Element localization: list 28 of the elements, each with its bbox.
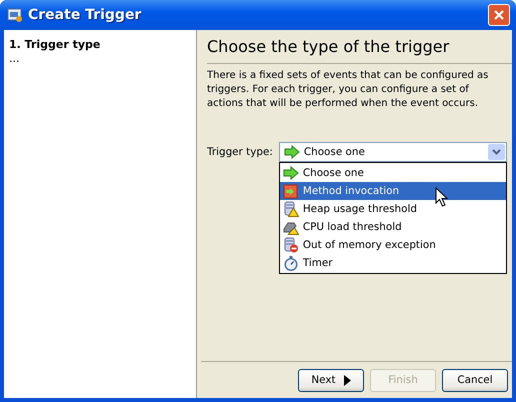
- trigger-type-dropdown[interactable]: Choose one: [278, 142, 507, 162]
- dropdown-option[interactable]: CPU load threshold: [280, 218, 506, 236]
- description-text: There is a fixed sets of events that can be configured as triggers. For each trigger, you can configure a set of actions that will be performed when the event occurs.: [207, 69, 490, 111]
- dropdown-option[interactable]: Method invocation: [280, 182, 506, 200]
- step-label: ...: [9, 52, 20, 66]
- mouse-cursor-icon: [434, 187, 448, 207]
- close-icon: [493, 9, 505, 21]
- dialog-button[interactable]: Cancel: [442, 368, 508, 392]
- method-icon: [282, 183, 299, 199]
- arrow-icon: [284, 145, 300, 159]
- dropdown-option[interactable]: Timer: [280, 254, 506, 272]
- next-arrow-icon: [344, 374, 351, 386]
- field-label: Trigger type:: [207, 146, 273, 158]
- database-stop-icon: [282, 237, 299, 253]
- dropdown-option[interactable]: Heap usage threshold: [280, 200, 506, 218]
- dropdown-button[interactable]: [488, 144, 505, 160]
- dropdown-option[interactable]: Out of memory exception: [280, 236, 506, 254]
- step-label: 1. Trigger type: [9, 38, 102, 52]
- window-title: Create Trigger: [28, 7, 142, 23]
- close-button[interactable]: [488, 4, 510, 26]
- stopwatch-icon: [282, 255, 299, 271]
- arrow-icon: [282, 165, 299, 181]
- dialog-button[interactable]: Next: [298, 368, 364, 392]
- dropdown-option[interactable]: Choose one: [280, 164, 506, 182]
- database-warning-icon: [282, 201, 299, 217]
- chevron-down-icon: [492, 149, 501, 155]
- page-heading: Choose the type of the trigger: [207, 36, 450, 58]
- app-icon: [7, 7, 23, 23]
